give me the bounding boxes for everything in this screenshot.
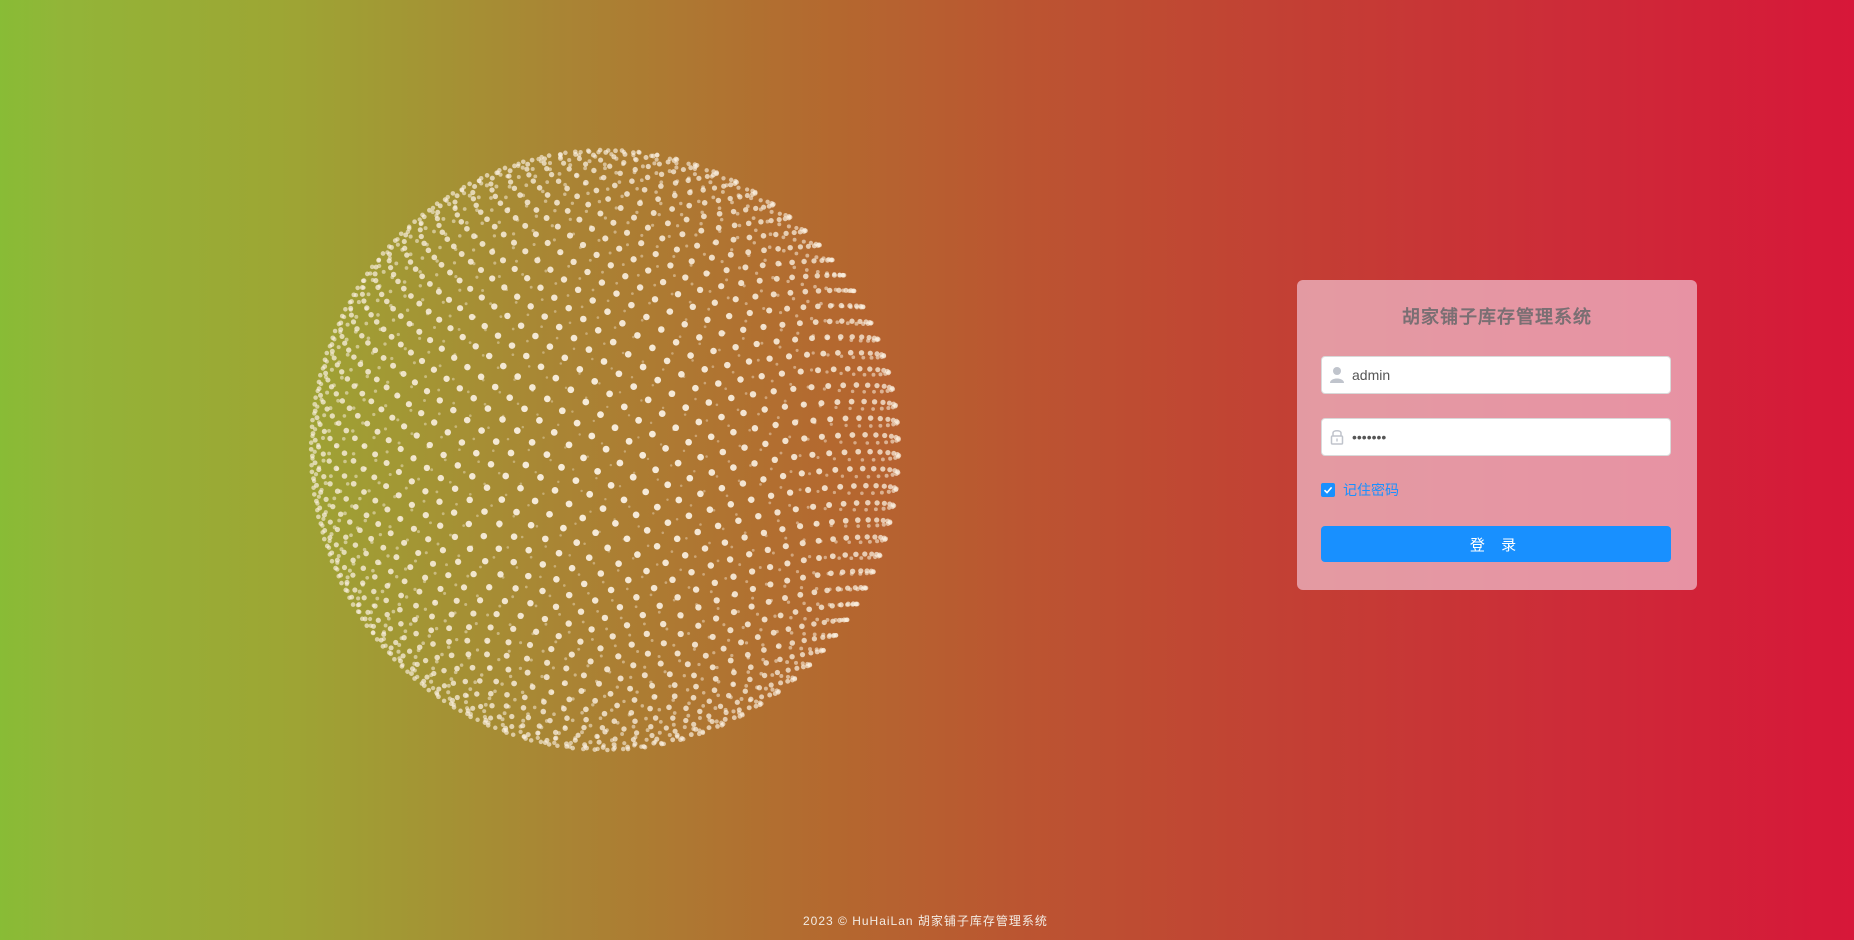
login-button[interactable]: 登 录 [1321,526,1671,562]
login-card: 胡家铺子库存管理系统 记住密码 登 录 [1297,280,1697,590]
particle-sphere-graphic [308,147,902,753]
user-icon [1329,366,1345,384]
particle-sphere-animation [285,140,935,770]
login-title: 胡家铺子库存管理系统 [1402,307,1592,327]
background-edge [0,0,60,940]
remember-password-checkbox[interactable]: 记住密码 [1321,481,1399,499]
password-input[interactable] [1352,419,1662,455]
username-field[interactable] [1321,356,1671,394]
remember-password-label: 记住密码 [1343,482,1399,498]
password-field[interactable] [1321,418,1671,456]
lock-icon [1329,428,1345,446]
username-input[interactable] [1352,357,1662,393]
check-icon[interactable] [1321,483,1335,497]
copyright-text: 2023 © HuHaiLan 胡家铺子库存管理系统 [803,914,1048,928]
